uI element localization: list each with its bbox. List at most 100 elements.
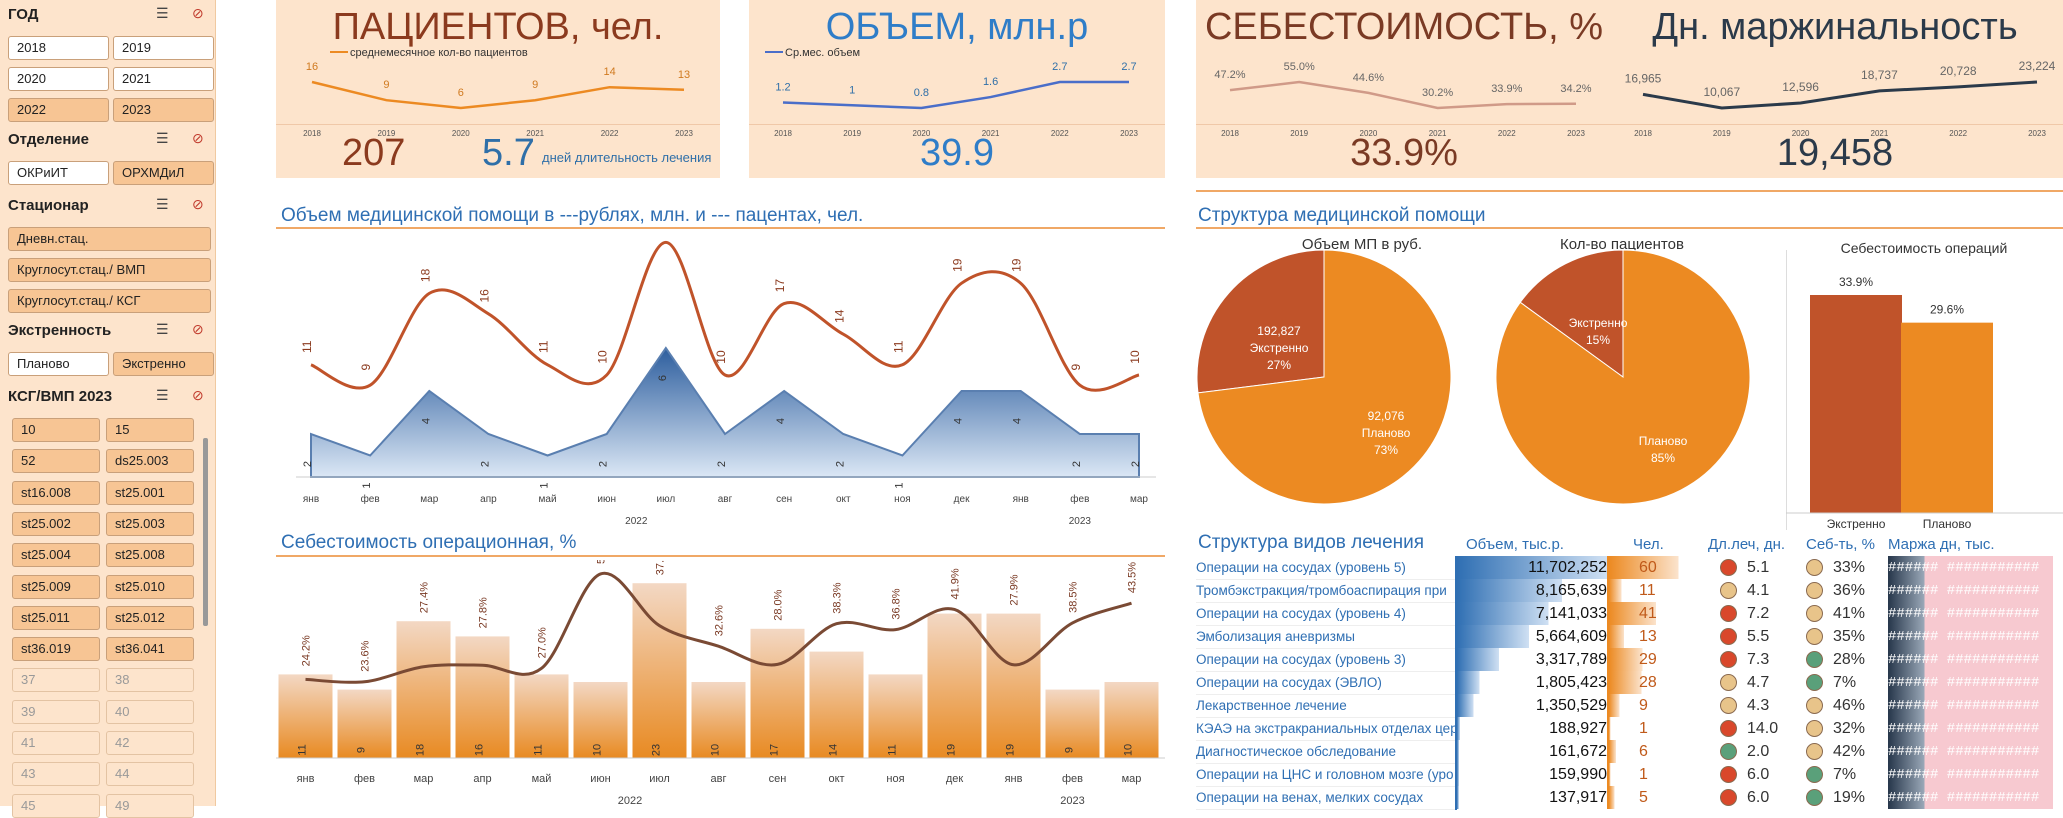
- area-data-label: 4: [420, 418, 432, 424]
- ksg-slicer-item[interactable]: st25.002: [12, 511, 100, 536]
- kpi-data-label: 12,596: [1782, 80, 1819, 94]
- ksg-slicer-item[interactable]: 37: [12, 668, 100, 693]
- ksg-slicer-item[interactable]: st25.003: [106, 511, 194, 536]
- ksg-slicer-item[interactable]: ds25.003: [106, 449, 194, 474]
- kpi-data-label: 13: [678, 69, 690, 81]
- year-slicer-item[interactable]: 2021: [113, 67, 214, 91]
- line-data-label: 24.2%: [301, 635, 313, 666]
- kpi-data-label: 2.7: [1121, 61, 1136, 73]
- status-dot: [1720, 719, 1737, 737]
- multiselect-icon[interactable]: ☰: [156, 5, 169, 22]
- dept-slicer-item[interactable]: ОКРиИТ: [8, 161, 109, 185]
- ksg-slicer-item[interactable]: 44: [106, 762, 194, 787]
- ksg-slicer-item[interactable]: st25.012: [106, 605, 194, 630]
- ksg-slicer-item[interactable]: 39: [12, 699, 100, 724]
- dept-slicer-item[interactable]: ОРХМДиЛ: [113, 161, 214, 185]
- ksg-slicer-item[interactable]: 15: [106, 418, 194, 442]
- urgency-slicer-item[interactable]: Экстренно: [113, 352, 214, 376]
- ksg-slicer-item[interactable]: 40: [106, 699, 194, 724]
- stac-slicer-item[interactable]: Круглосут.стац./ ВМП: [8, 258, 211, 282]
- year-slicer-item[interactable]: 2018: [8, 36, 109, 60]
- x-group-label: 2022: [618, 795, 642, 806]
- multiselect-icon[interactable]: ☰: [156, 130, 169, 147]
- multiselect-icon[interactable]: ☰: [156, 196, 169, 213]
- area-data-label: 6: [657, 375, 669, 381]
- year-slicer-item[interactable]: 2022: [8, 98, 109, 122]
- area-rubles: [310, 346, 1140, 478]
- ksg-slicer-item[interactable]: st25.004: [12, 543, 100, 568]
- bar-data-label: 17: [769, 744, 781, 756]
- ksg-slicer-item[interactable]: st25.008: [106, 543, 194, 568]
- ksg-slicer-item[interactable]: 10: [12, 418, 100, 442]
- line-data-label: 43.5%: [1127, 562, 1139, 593]
- row-margin: ###### ###########: [1888, 602, 2053, 625]
- bar-data-label: 23: [651, 744, 663, 756]
- multiselect-icon[interactable]: ☰: [156, 387, 169, 404]
- column-header: Маржа дн, тыс.: [1888, 535, 1995, 553]
- kpi-value: 33.9%: [1350, 132, 1458, 174]
- bar-title: Себестоимость операций: [1841, 240, 2008, 256]
- line-data-label: 11: [891, 340, 905, 353]
- ksg-slicer-item[interactable]: st16.008: [12, 480, 100, 505]
- x-tick-label: янв: [1005, 773, 1023, 785]
- clear-filter-icon[interactable]: ⊘: [192, 321, 204, 338]
- kpi-data-label: 20,728: [1940, 64, 1977, 78]
- divider: [1196, 227, 2063, 229]
- table-header: Объем, тыс.р. Чел. Дл.леч, дн. Себ-ть, % Мар…: [1196, 532, 2053, 556]
- scrollbar[interactable]: [203, 438, 208, 626]
- panel-divider: [1786, 250, 1787, 530]
- ksg-slicer-item[interactable]: st36.019: [12, 637, 100, 662]
- clear-filter-icon[interactable]: ⊘: [192, 5, 204, 22]
- kpi-data-label: 9: [532, 79, 538, 91]
- row-count: 28: [1607, 671, 1708, 694]
- kpi-axis: [276, 124, 720, 125]
- stac-slicer-item[interactable]: Круглосут.стац./ КСГ: [8, 289, 211, 313]
- ksg-slicer-item[interactable]: st25.001: [106, 480, 194, 505]
- kpi-volume-chart: 1.22018120190.820201.620212.720222.72023…: [749, 47, 1165, 138]
- table-row: Лекарственное лечение 1,350,529 9 4.3 46% ###…: [1196, 694, 2053, 718]
- row-name: Операции на сосудах (уровень 3): [1196, 648, 1456, 672]
- kpi-data-label: 55.0%: [1284, 61, 1315, 73]
- row-volume: 11,702,252: [1455, 556, 1608, 579]
- ksg-slicer-item[interactable]: st25.009: [12, 574, 100, 599]
- clear-filter-icon[interactable]: ⊘: [192, 130, 204, 147]
- treatment-table: Объем, тыс.р. Чел. Дл.леч, дн. Себ-ть, % Мар…: [1196, 532, 2054, 810]
- urgency-slicer-item[interactable]: Планово: [8, 352, 109, 376]
- ksg-slicer-item[interactable]: 41: [12, 731, 100, 755]
- row-name: Лекарственное лечение: [1196, 694, 1456, 718]
- cost-op-bar: [1810, 295, 1902, 513]
- ksg-slicer-item[interactable]: 43: [12, 762, 100, 787]
- clear-filter-icon[interactable]: ⊘: [192, 387, 204, 404]
- row-count: 29: [1607, 648, 1708, 671]
- status-dot: [1806, 581, 1823, 599]
- kpi-value: 39.9: [920, 132, 994, 174]
- ksg-slicer-item[interactable]: 42: [106, 731, 194, 755]
- row-volume: 1,805,423: [1455, 671, 1608, 694]
- x-tick-label: авг: [711, 773, 727, 785]
- legend-label: Ср.мес. объем: [785, 47, 860, 59]
- ksg-slicer-item[interactable]: st36.041: [106, 637, 194, 662]
- ksg-slicer-item[interactable]: st25.010: [106, 574, 194, 599]
- clear-filter-icon[interactable]: ⊘: [192, 196, 204, 213]
- status-dot: [1806, 742, 1823, 760]
- row-cost: 7%: [1806, 671, 1888, 694]
- status-dot: [1720, 742, 1737, 760]
- line-data-label: 16: [477, 289, 491, 303]
- kpi-cost-chart: 47.2%201855.0%201944.6%202030.2%202133.9…: [1196, 61, 1612, 138]
- ksg-slicer-item[interactable]: st25.011: [12, 605, 100, 630]
- row-duration: 14.0: [1708, 717, 1806, 740]
- ksg-slicer-item[interactable]: 52: [12, 449, 100, 474]
- multiselect-icon[interactable]: ☰: [156, 321, 169, 338]
- year-slicer-item[interactable]: 2020: [8, 67, 109, 91]
- table-row: Эмболизация аневризмы 5,664,609 13 5.5 35% ##…: [1196, 625, 2053, 649]
- row-cost: 41%: [1806, 602, 1888, 625]
- row-margin: ###### ###########: [1888, 694, 2053, 717]
- ksg-slicer-item[interactable]: 38: [106, 668, 194, 693]
- year-slicer-item[interactable]: 2023: [113, 98, 214, 122]
- year-slicer-item[interactable]: 2019: [113, 36, 214, 60]
- stac-slicer-item[interactable]: Дневн.стац.: [8, 227, 211, 251]
- kpi-line: [1229, 80, 1577, 110]
- kpi-data-label: 16: [306, 61, 318, 73]
- x-tick-label: апр: [480, 494, 497, 505]
- row-count: 1: [1607, 717, 1708, 740]
